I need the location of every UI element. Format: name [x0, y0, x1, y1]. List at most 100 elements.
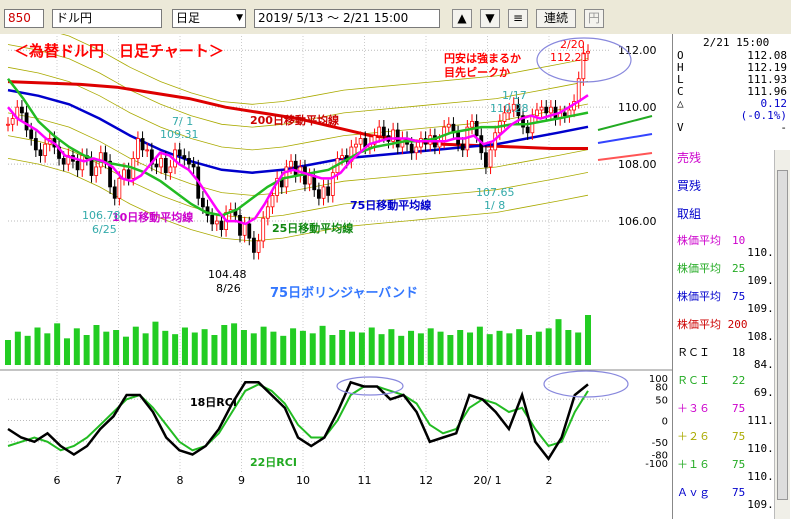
volume-bar — [181, 327, 188, 365]
candle-body — [409, 143, 414, 154]
candle-body — [136, 138, 140, 159]
ma25-value: 109.81 — [747, 274, 787, 287]
candle-body — [307, 175, 312, 185]
rci-tick-label: 0 — [662, 417, 668, 428]
price-tick-label: 110.00 — [618, 101, 657, 114]
candle-body — [33, 138, 38, 151]
kaidaka-label: 買残 — [677, 179, 702, 193]
candle-body — [122, 169, 126, 179]
candle-body — [80, 155, 85, 171]
volume-bar — [83, 335, 90, 365]
volume-bar — [378, 334, 385, 365]
yen-button[interactable]: 円 — [584, 9, 604, 28]
label-bollinger: 75日ボリンジャーバンド — [270, 285, 418, 301]
candle-body — [256, 240, 261, 253]
menu-button[interactable]: ≡ — [508, 9, 528, 28]
volume-bar — [162, 330, 169, 365]
candle-body — [321, 186, 326, 199]
volume-bar — [93, 325, 100, 365]
volume-bar — [240, 330, 247, 365]
volume-bar — [122, 336, 129, 365]
volume-bar — [201, 329, 208, 365]
volume-bar — [191, 332, 198, 365]
volume-bar — [368, 327, 375, 365]
name-field[interactable]: ドル円 — [52, 9, 162, 28]
candle-body — [38, 149, 43, 156]
candle-body — [61, 158, 66, 165]
candle-body — [252, 237, 256, 253]
volume-bar — [417, 333, 424, 365]
month-tick-label: 6 — [54, 474, 61, 487]
point-jun25-date: 6/25 — [92, 223, 117, 236]
toolbar: 850 ドル円 日足 ▼ 2019/ 5/13 ～ 2/21 15:00 ▲ ▼… — [0, 0, 791, 34]
chevron-down-icon: ▼ — [236, 13, 243, 23]
label-ma75: 75日移動平均線 — [350, 198, 431, 212]
p16-value: 110.04 — [747, 470, 787, 483]
candle-body — [145, 149, 150, 152]
label-ma200: 200日移動平均線 — [250, 113, 339, 127]
rci-tick-label: 50 — [655, 395, 668, 406]
volume-bar — [437, 331, 444, 365]
scrollbar-thumb[interactable] — [777, 170, 788, 500]
panel-scrollbar[interactable] — [774, 150, 790, 519]
note-line-2: 目先ピークか — [444, 65, 510, 79]
volume-bar — [24, 335, 31, 365]
candle-body — [316, 189, 321, 199]
candle-body — [140, 138, 145, 151]
candle-body — [112, 186, 117, 199]
volume-bar — [309, 333, 316, 365]
candle-body — [168, 166, 173, 174]
candle-body — [177, 149, 182, 156]
month-tick-label: 12 — [419, 474, 433, 487]
candle-body — [354, 143, 358, 148]
continuous-button[interactable]: 連続 — [536, 9, 576, 28]
candle-body — [414, 146, 419, 154]
month-tick-label: 20/ 1 — [473, 474, 501, 487]
candle-body — [548, 106, 553, 114]
rci-tick-label: 80 — [655, 383, 668, 394]
candle-body — [488, 149, 493, 168]
candle-body — [265, 206, 270, 219]
volume-bar — [132, 326, 139, 365]
volume-bar — [73, 328, 80, 365]
volume-bar — [516, 329, 523, 365]
volume-bar — [447, 335, 454, 365]
panel-date: 2/21 15:00 — [703, 36, 770, 49]
volume-bar — [250, 333, 257, 365]
period-select[interactable]: 日足 ▼ — [172, 9, 246, 28]
torikumi-label: 取組 — [677, 207, 702, 221]
menu-icon: ≡ — [512, 11, 524, 25]
price-tick-label: 112.00 — [618, 44, 657, 57]
rci22-value: 69.59 — [753, 386, 787, 399]
volume-bar — [299, 330, 306, 365]
point-jun25-value: 106.78 — [82, 209, 121, 222]
candle-body — [326, 186, 331, 196]
candle-body — [126, 169, 131, 179]
candle-body — [94, 166, 99, 176]
month-tick-label: 11 — [358, 474, 372, 487]
point-feb20-value: 112.21 — [550, 51, 589, 64]
volume-bar — [290, 328, 297, 365]
scroll-up-button[interactable]: ▲ — [452, 9, 472, 28]
volume-bar — [142, 333, 149, 365]
candle-body — [242, 223, 247, 236]
point-jan17-date: 1/17 — [502, 89, 527, 102]
candle-body — [182, 155, 187, 159]
candle-body — [20, 106, 24, 114]
candle-body — [24, 112, 29, 131]
candle-body — [381, 126, 386, 137]
volume-bar — [467, 332, 474, 365]
volume-bar — [486, 334, 493, 365]
volume-bar — [44, 333, 51, 365]
volume-bar — [408, 330, 415, 365]
volume-bar — [329, 335, 336, 365]
rci-tick-label: -100 — [645, 459, 668, 470]
date-range-field[interactable]: 2019/ 5/13 ～ 2/21 15:00 — [254, 9, 440, 28]
volume-bar — [211, 335, 218, 365]
scroll-down-button[interactable]: ▼ — [480, 9, 500, 28]
candle-body — [219, 220, 224, 230]
code-field[interactable]: 850 — [4, 9, 44, 28]
volume-bar — [555, 319, 562, 365]
candle-body — [484, 152, 488, 168]
volume-bar — [476, 326, 483, 365]
